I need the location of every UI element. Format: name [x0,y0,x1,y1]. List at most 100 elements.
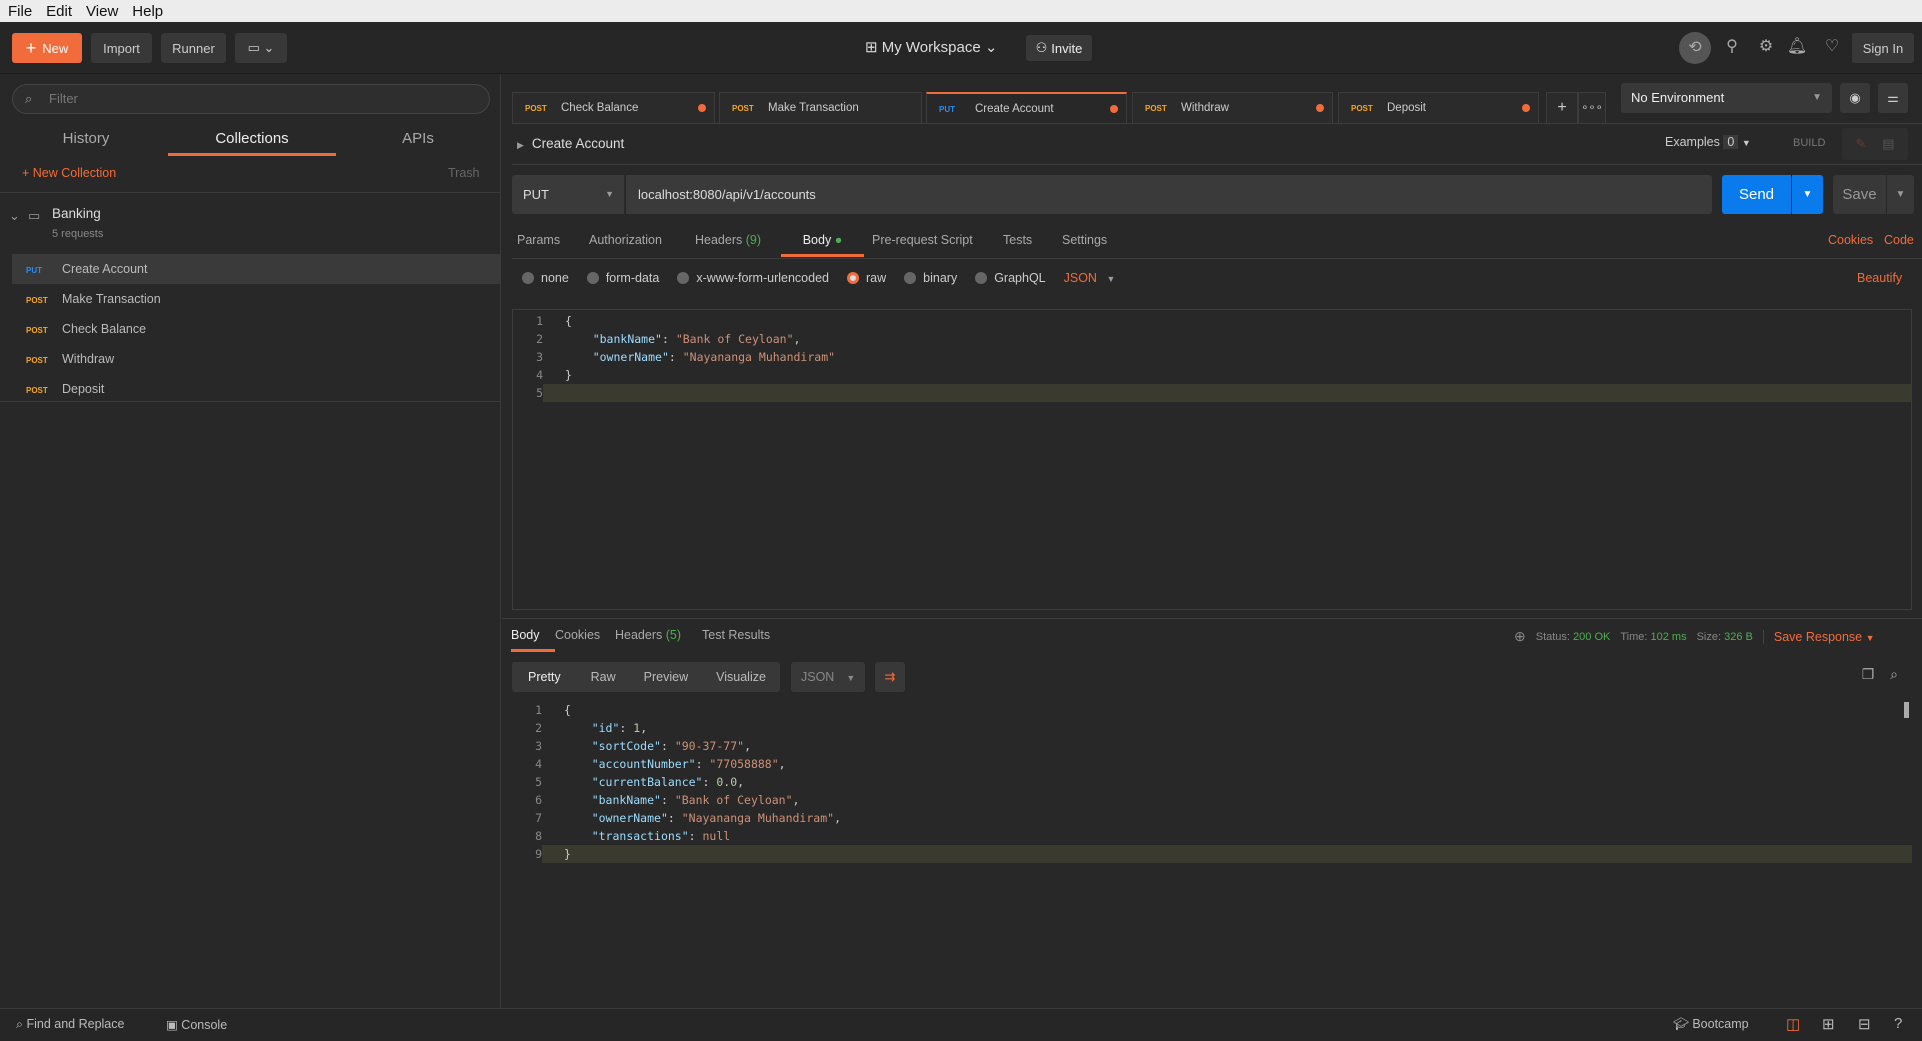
globe-icon[interactable]: ⊕ [1514,628,1526,645]
menu-edit[interactable]: Edit [46,3,72,20]
method-select[interactable]: PUT ▼ [512,175,624,214]
radio-urlencoded[interactable]: x-www-form-urlencoded [677,271,829,285]
response-tab-cookies[interactable]: Cookies [555,628,615,652]
menu-help[interactable]: Help [132,3,163,20]
find-replace-button[interactable]: ⌕ Find and Replace [16,1017,124,1032]
workspace-selector[interactable]: ⊞ My Workspace ⌄ [865,38,997,56]
sign-in-button[interactable]: Sign In [1852,33,1914,63]
code-line: 3 "ownerName": "Nayananga Muhandiram" [536,350,836,364]
more-tabs-button[interactable]: ∘∘∘ [1578,92,1606,123]
search-icon[interactable]: ⌕ [1884,666,1904,683]
mode-toggle[interactable]: ✎ ▤ [1842,128,1908,160]
radio-graphql[interactable]: GraphQL [975,271,1046,285]
help-icon[interactable]: ? [1894,1015,1902,1032]
copy-icon[interactable]: ❐ [1858,666,1878,683]
request-make-transaction[interactable]: POST Make Transaction [12,284,500,314]
import-button[interactable]: Import [91,33,152,63]
view-preview[interactable]: Preview [630,670,702,684]
tab-collections[interactable]: Collections [168,124,336,156]
console-button[interactable]: ▣ Console [166,1017,227,1032]
tab-make-transaction[interactable]: POST Make Transaction [719,92,922,123]
response-tab-headers[interactable]: Headers (5) [615,628,702,652]
beautify-link[interactable]: Beautify [1857,271,1902,285]
menu-view[interactable]: View [86,3,118,20]
collection-count: 5 requests [52,228,104,240]
environment-select[interactable]: No Environment ▼ [1621,83,1832,113]
examples-dropdown[interactable]: Examples 0 ▼ [1665,135,1751,149]
response-tab-test-results[interactable]: Test Results [702,628,770,652]
view-visualize[interactable]: Visualize [702,670,780,684]
scrollbar[interactable] [1904,702,1909,718]
tab-settings[interactable]: Settings [1062,233,1107,257]
sync-off-icon[interactable]: ⟲ [1679,32,1711,64]
tab-headers[interactable]: Headers (9) [695,233,781,257]
view-pretty[interactable]: Pretty [512,670,577,684]
collection-banking[interactable]: ⌄ ▭ Banking 5 requests [0,200,500,246]
response-format-select[interactable]: JSON ▼ [791,662,865,692]
request-title[interactable]: ▶ Create Account [517,136,624,151]
radio-none[interactable]: none [522,271,569,285]
send-options-button[interactable]: ▼ [1792,175,1823,214]
send-button[interactable]: Send [1722,175,1791,214]
bootcamp-button[interactable]: 🎓︎ Bootcamp [1673,1017,1749,1032]
env-settings-button[interactable]: ⚌ [1878,83,1908,113]
radio-form-data[interactable]: form-data [586,271,659,285]
divider [512,123,1922,124]
gear-icon[interactable]: ⚙ [1754,36,1778,56]
request-withdraw[interactable]: POST Withdraw [12,344,500,374]
new-window-button[interactable]: ▭ ⌄ [235,33,287,63]
request-create-account[interactable]: PUT Create Account [12,254,500,284]
code-line: 5 [513,384,1911,402]
save-options-button[interactable]: ▼ [1887,175,1914,214]
graduation-cap-icon: 🎓︎ [1673,1017,1693,1031]
code-line: 6 "bankName": "Bank of Ceyloan", [535,793,800,807]
menu-file[interactable]: File [8,3,32,20]
console-icon: ▣ [166,1018,182,1032]
tab-authorization[interactable]: Authorization [589,233,695,257]
search-icon: ⌕ [16,1017,27,1031]
body-format-select[interactable]: JSON ▼ [1064,271,1116,285]
response-body-viewer[interactable]: 1{ 2 "id": 1, 3 "sortCode": "90-37-77", … [512,701,1912,1001]
invite-button[interactable]: ⚇ Invite [1026,35,1092,61]
request-check-balance[interactable]: POST Check Balance [12,314,500,344]
save-button[interactable]: Save [1833,175,1886,214]
tab-check-balance[interactable]: POST Check Balance [512,92,715,123]
caret-right-icon: ▶ [517,140,524,150]
radio-binary[interactable]: binary [904,271,957,285]
new-button[interactable]: + New [12,33,82,63]
tab-create-account[interactable]: PUT Create Account [926,92,1127,123]
caret-down-icon: ▼ [846,673,856,683]
url-input[interactable]: localhost:8080/api/v1/accounts [626,175,1712,214]
browse-icon[interactable]: ⊟ [1858,1015,1871,1033]
response-tab-body[interactable]: Body [511,628,555,652]
tab-history[interactable]: History [2,124,170,156]
runner-button[interactable]: Runner [161,33,226,63]
wrap-lines-button[interactable]: ⇉ [875,662,905,692]
save-response-button[interactable]: Save Response ▼ [1762,629,1875,644]
new-collection-button[interactable]: + New Collection [22,166,116,180]
unsaved-dot [1522,104,1530,112]
cookies-link[interactable]: Cookies [1828,233,1873,247]
code-link[interactable]: Code [1884,233,1914,247]
layout-icon[interactable]: ⊞ [1822,1015,1835,1033]
eye-button[interactable]: ◉ [1840,83,1870,113]
filter-input[interactable]: ⌕ Filter [12,84,490,114]
request-deposit[interactable]: POST Deposit [12,374,500,404]
add-tab-button[interactable]: + [1546,92,1578,123]
tab-withdraw[interactable]: POST Withdraw [1132,92,1333,123]
two-pane-icon[interactable]: ◫ [1786,1015,1800,1033]
tab-apis[interactable]: APIs [334,124,502,156]
trash-link[interactable]: Trash [448,166,480,180]
satellite-icon[interactable]: ⚲ [1720,36,1744,56]
bell-icon[interactable]: 🔔︎ [1785,36,1809,56]
build-label[interactable]: BUILD [1793,137,1825,149]
view-raw[interactable]: Raw [577,670,630,684]
tab-pre-request-script[interactable]: Pre-request Script [872,233,1003,257]
tab-params[interactable]: Params [517,233,589,257]
tab-deposit[interactable]: POST Deposit [1338,92,1539,123]
radio-raw[interactable]: raw [847,271,886,285]
heart-icon[interactable]: ♡ [1820,36,1844,56]
tab-body[interactable]: Body ● [781,233,864,257]
request-body-editor[interactable]: 1{ 2 "bankName": "Bank of Ceyloan", 3 "o… [512,309,1912,610]
tab-tests[interactable]: Tests [1003,233,1062,257]
